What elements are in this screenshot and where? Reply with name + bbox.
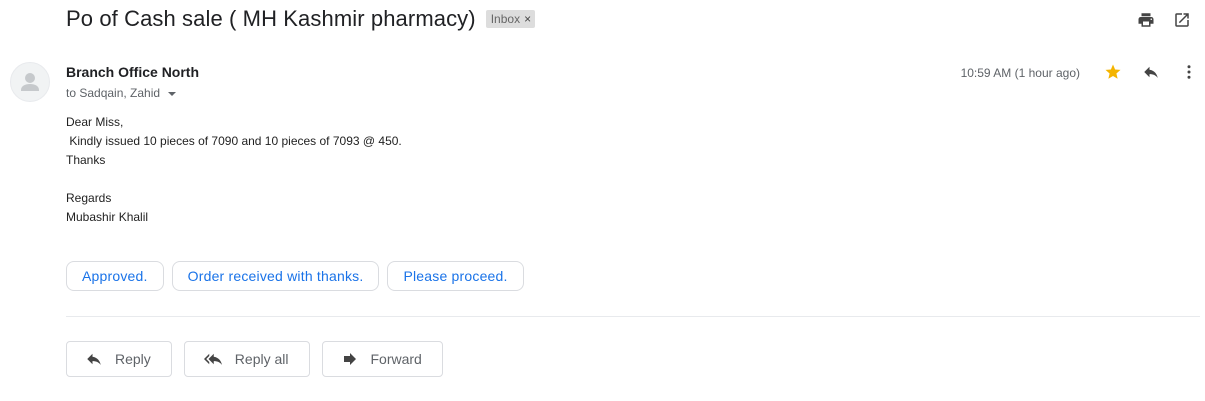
show-details-chevron-icon[interactable] bbox=[168, 92, 177, 96]
inbox-label[interactable]: Inbox × bbox=[485, 10, 536, 28]
email-view: Po of Cash sale ( MH Kashmir pharmacy) I… bbox=[0, 0, 1205, 401]
reply-all-label: Reply all bbox=[234, 351, 289, 367]
forward-button[interactable]: Forward bbox=[321, 341, 443, 377]
remove-label-icon[interactable]: × bbox=[524, 12, 531, 26]
sender-avatar[interactable] bbox=[10, 62, 50, 102]
reply-button[interactable]: Reply bbox=[66, 341, 172, 377]
message-timestamp: 10:59 AM (1 hour ago) bbox=[960, 66, 1080, 80]
reply-actions: Reply Reply all Forward bbox=[66, 341, 443, 377]
thread-actions bbox=[1137, 11, 1191, 29]
star-icon[interactable] bbox=[1104, 63, 1122, 81]
print-icon[interactable] bbox=[1137, 11, 1155, 29]
recipients-line: to Sadqain, Zahid bbox=[66, 86, 177, 100]
divider bbox=[66, 316, 1200, 317]
smart-reply-order-received[interactable]: Order received with thanks. bbox=[171, 261, 380, 291]
reply-all-icon bbox=[203, 353, 222, 365]
smart-reply-approved[interactable]: Approved. bbox=[66, 261, 164, 291]
open-in-new-window-icon[interactable] bbox=[1173, 11, 1191, 29]
sender-name[interactable]: Branch Office North bbox=[66, 64, 199, 80]
forward-icon bbox=[343, 353, 356, 365]
email-subject: Po of Cash sale ( MH Kashmir pharmacy) bbox=[66, 6, 476, 31]
message-actions bbox=[1104, 63, 1198, 81]
more-options-icon[interactable] bbox=[1180, 63, 1198, 81]
reply-icon bbox=[87, 353, 101, 365]
smart-replies: Approved. Order received with thanks. Pl… bbox=[66, 261, 524, 291]
reply-label: Reply bbox=[115, 351, 151, 367]
inbox-label-text: Inbox bbox=[490, 12, 521, 26]
person-icon bbox=[21, 73, 39, 91]
smart-reply-please-proceed[interactable]: Please proceed. bbox=[387, 261, 524, 291]
reply-icon[interactable] bbox=[1142, 63, 1160, 81]
reply-all-button[interactable]: Reply all bbox=[183, 341, 310, 377]
forward-label: Forward bbox=[370, 351, 422, 367]
subject-row: Po of Cash sale ( MH Kashmir pharmacy) I… bbox=[66, 6, 536, 32]
recipients-text: to Sadqain, Zahid bbox=[66, 86, 161, 100]
message-body: Dear Miss, Kindly issued 10 pieces of 70… bbox=[66, 115, 402, 224]
